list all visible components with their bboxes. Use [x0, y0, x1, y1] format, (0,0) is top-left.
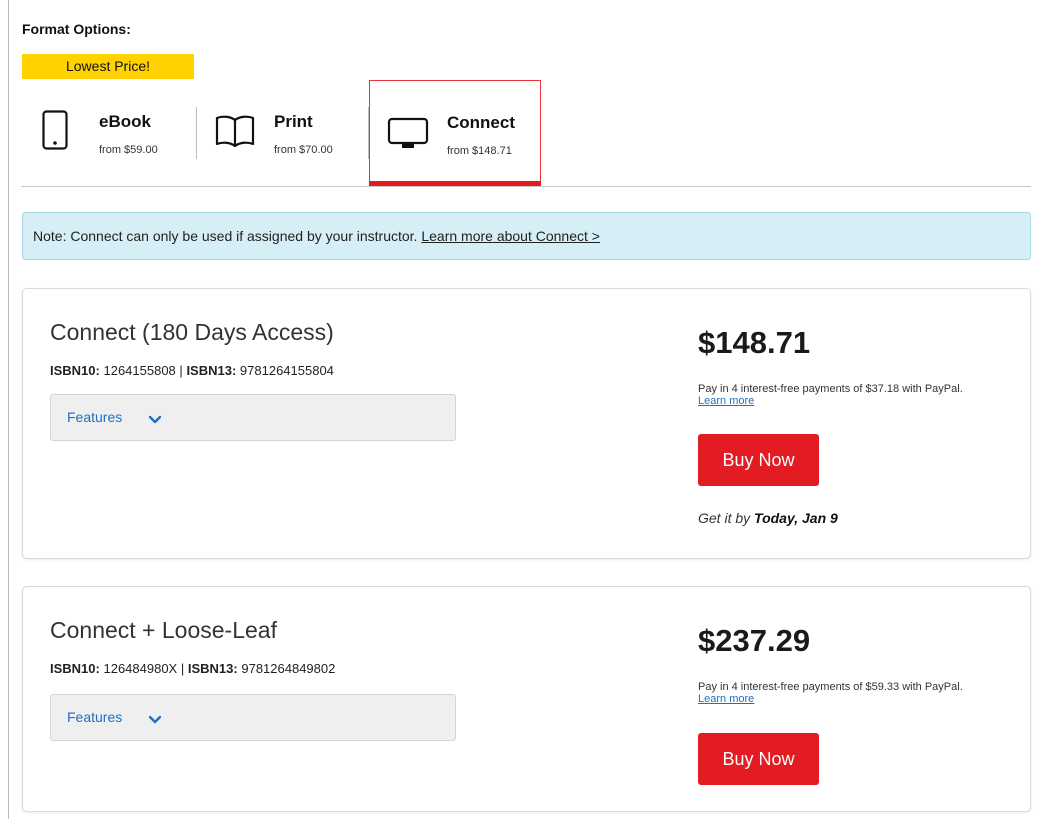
- buy-now-button[interactable]: Buy Now: [698, 434, 819, 486]
- monitor-icon: [387, 117, 429, 156]
- format-options-page: Format Options: Lowest Price! eBook from…: [9, 0, 1039, 819]
- lowest-price-badge: Lowest Price!: [22, 54, 194, 79]
- product-title: Connect + Loose-Leaf: [50, 617, 277, 643]
- isbn13-value: 9781264849802: [241, 661, 336, 676]
- isbn-separator: |: [180, 661, 185, 676]
- product-card: Connect + Loose-Leaf ISBN10: 126484980X …: [22, 586, 1031, 812]
- tab-print-price: from $70.00: [274, 144, 333, 156]
- isbn10-label: ISBN10:: [50, 363, 100, 378]
- note-text: Note: Connect can only be used if assign…: [33, 228, 422, 244]
- features-toggle[interactable]: Features: [50, 694, 456, 741]
- tab-connect-price: from $148.71: [447, 145, 512, 157]
- product-card: Connect (180 Days Access) ISBN10: 126415…: [22, 288, 1031, 559]
- tab-ebook[interactable]: eBook from $59.00: [22, 80, 197, 186]
- isbn13-label: ISBN13:: [186, 363, 237, 378]
- isbn10-value: 126484980X: [103, 661, 178, 676]
- chevron-down-icon: [148, 412, 162, 430]
- product-isbn: ISBN10: 1264155808 | ISBN13: 97812641558…: [50, 363, 334, 378]
- open-book-icon: [215, 114, 255, 153]
- isbn13-value: 9781264155804: [239, 363, 334, 378]
- features-toggle[interactable]: Features: [50, 394, 456, 441]
- paypal-installments: Pay in 4 interest-free payments of $59.3…: [698, 681, 978, 705]
- product-isbn: ISBN10: 126484980X | ISBN13: 97812648498…: [50, 661, 335, 676]
- paypal-text: Pay in 4 interest-free payments of $59.3…: [698, 681, 963, 693]
- isbn10-label: ISBN10:: [50, 661, 100, 676]
- tab-print-label: Print: [274, 112, 313, 131]
- features-label: Features: [67, 709, 123, 725]
- product-title: Connect (180 Days Access): [50, 319, 334, 345]
- tab-connect-label: Connect: [447, 113, 515, 132]
- paypal-learn-more-link[interactable]: Learn more: [698, 395, 754, 407]
- chevron-down-icon: [148, 712, 162, 730]
- tablet-icon: [42, 110, 68, 155]
- features-label: Features: [67, 409, 123, 425]
- delivery-estimate: Get it by Today, Jan 9: [698, 510, 838, 526]
- tab-ebook-label: eBook: [99, 112, 151, 131]
- learn-more-connect-link[interactable]: Learn more about Connect >: [421, 228, 600, 244]
- paypal-learn-more-link[interactable]: Learn more: [698, 693, 754, 705]
- tab-ebook-price: from $59.00: [99, 144, 158, 156]
- delivery-prefix: Get it by: [698, 510, 755, 526]
- paypal-installments: Pay in 4 interest-free payments of $37.1…: [698, 383, 978, 407]
- product-price: $148.71: [698, 325, 811, 360]
- isbn10-value: 1264155808: [103, 363, 176, 378]
- buy-now-button[interactable]: Buy Now: [698, 733, 819, 785]
- isbn13-label: ISBN13:: [187, 661, 238, 676]
- product-price: $237.29: [698, 623, 811, 658]
- format-divider: [21, 186, 1031, 187]
- format-options-title: Format Options:: [22, 21, 131, 37]
- connect-note: Note: Connect can only be used if assign…: [22, 212, 1031, 260]
- tab-connect[interactable]: Connect from $148.71: [369, 80, 541, 186]
- paypal-text: Pay in 4 interest-free payments of $37.1…: [698, 383, 963, 395]
- isbn-separator: |: [179, 363, 183, 378]
- tab-print[interactable]: Print from $70.00: [197, 80, 369, 186]
- delivery-date: Today, Jan 9: [754, 510, 838, 526]
